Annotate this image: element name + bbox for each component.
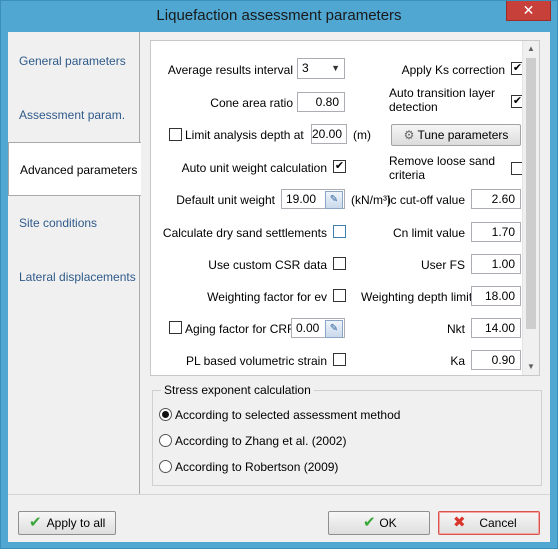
stress-exponent-title: Stress exponent calculation xyxy=(161,383,314,397)
window-title: Liquefaction assessment parameters xyxy=(156,7,402,24)
ka-input[interactable]: 0.90 xyxy=(471,350,521,370)
aging-value: 0.00 xyxy=(296,321,320,335)
cn-limit-input[interactable]: 1.70 xyxy=(471,222,521,242)
tune-parameters-button[interactable]: ⚙ Tune parameters xyxy=(391,124,521,146)
dry-sand-checkbox[interactable] xyxy=(333,225,346,238)
parameters-scroll-area: Average results interval 3 ▼ Apply Ks co… xyxy=(150,40,540,376)
limit-depth-label: Limit analysis depth at xyxy=(185,128,304,142)
vertical-scrollbar[interactable]: ▲ ▼ xyxy=(522,41,539,375)
nkt-label: Nkt xyxy=(447,322,465,336)
radio-zhang[interactable] xyxy=(159,434,172,447)
avg-interval-select[interactable]: 3 ▼ xyxy=(297,58,345,79)
limit-depth-checkbox[interactable] xyxy=(169,128,182,141)
edit-icon[interactable]: ✎ xyxy=(325,191,343,209)
weighting-depth-label: Weighting depth limit xyxy=(361,290,473,304)
auto-unit-weight-label: Auto unit weight calculation xyxy=(181,161,327,175)
radio-selected-method-label[interactable]: According to selected assessment method xyxy=(175,408,400,422)
auto-unit-weight-checkbox[interactable]: ✔ xyxy=(333,160,346,173)
custom-csr-checkbox[interactable] xyxy=(333,257,346,270)
cn-limit-label: Cn limit value xyxy=(392,226,465,240)
aging-input[interactable]: 0.00 ✎ xyxy=(291,318,345,338)
pl-strain-checkbox[interactable] xyxy=(333,353,346,366)
stress-exponent-group: Stress exponent calculation According to… xyxy=(152,383,542,486)
ic-cutoff-label: Ic cut-off value xyxy=(387,193,465,207)
button-bar: ✔ Apply to all ✔ OK ✖ Cancel xyxy=(8,494,550,542)
default-unit-weight-label: Default unit weight xyxy=(176,193,275,207)
apply-to-all-button[interactable]: ✔ Apply to all xyxy=(18,511,116,535)
weighting-ev-checkbox[interactable] xyxy=(333,289,346,302)
scrollbar-thumb[interactable] xyxy=(526,58,536,329)
user-fs-input[interactable]: 1.00 xyxy=(471,254,521,274)
cancel-label: Cancel xyxy=(479,516,517,530)
tab-list: General parameters Assessment param. Adv… xyxy=(8,32,141,494)
weighting-depth-input[interactable]: 18.00 xyxy=(471,286,521,306)
user-fs-label: User FS xyxy=(420,258,465,272)
apply-ks-label: Apply Ks correction xyxy=(401,63,505,77)
radio-dot xyxy=(162,411,169,418)
aging-checkbox[interactable] xyxy=(169,321,182,334)
nkt-input[interactable]: 14.00 xyxy=(471,318,521,338)
unit-weight-unit: (kN/m³) xyxy=(351,193,391,207)
avg-interval-label: Average results interval xyxy=(167,63,293,77)
avg-interval-value: 3 xyxy=(302,61,309,75)
tune-parameters-label: Tune parameters xyxy=(417,128,509,142)
cone-area-input[interactable]: 0.80 xyxy=(297,92,345,112)
ka-label: Ka xyxy=(450,354,465,368)
auto-transition-label-2: detection xyxy=(389,100,438,114)
close-button[interactable]: ✕ xyxy=(506,1,551,21)
remove-loose-label-2: criteria xyxy=(389,168,426,182)
limit-depth-unit: (m) xyxy=(353,128,371,142)
tab-assessment-param[interactable]: Assessment param. xyxy=(8,88,140,142)
radio-zhang-label[interactable]: According to Zhang et al. (2002) xyxy=(175,434,346,448)
ok-button[interactable]: ✔ OK xyxy=(328,511,430,535)
weighting-ev-label: Weighting factor for ev xyxy=(207,290,327,304)
dry-sand-label: Calculate dry sand settlements xyxy=(162,226,327,240)
gear-icon: ⚙ xyxy=(403,128,415,142)
limit-depth-input[interactable]: 20.00 xyxy=(311,124,347,144)
scroll-down-icon[interactable]: ▼ xyxy=(523,359,539,375)
cone-area-label: Cone area ratio xyxy=(210,96,293,110)
auto-transition-label: Auto transition layer xyxy=(389,86,496,100)
apply-to-all-label: Apply to all xyxy=(46,516,106,530)
ok-label: OK xyxy=(379,516,397,530)
tab-advanced-parameters[interactable]: Advanced parameters xyxy=(8,142,141,196)
radio-robertson-label[interactable]: According to Robertson (2009) xyxy=(175,460,338,474)
edit-icon[interactable]: ✎ xyxy=(325,320,343,338)
remove-loose-label: Remove loose sand xyxy=(389,154,496,168)
tab-general-parameters[interactable]: General parameters xyxy=(8,34,140,88)
tab-lateral-displacements[interactable]: Lateral displacements xyxy=(8,250,140,304)
aging-label: Aging factor for CRR xyxy=(185,322,296,336)
dialog-client: General parameters Assessment param. Adv… xyxy=(8,32,550,542)
ic-cutoff-input[interactable]: 2.60 xyxy=(471,189,521,209)
pl-strain-label: PL based volumetric strain xyxy=(186,354,327,368)
default-unit-weight-value: 19.00 xyxy=(286,192,317,206)
default-unit-weight-input[interactable]: 19.00 ✎ xyxy=(281,189,345,209)
cancel-button[interactable]: ✖ Cancel xyxy=(438,511,540,535)
dialog-window: Liquefaction assessment parameters ✕ Gen… xyxy=(0,0,558,549)
radio-selected-method[interactable] xyxy=(159,408,172,421)
advanced-parameters-panel: Average results interval 3 ▼ Apply Ks co… xyxy=(140,32,550,494)
scroll-up-icon[interactable]: ▲ xyxy=(523,41,539,57)
radio-robertson[interactable] xyxy=(159,460,172,473)
chevron-down-icon: ▼ xyxy=(331,63,340,73)
custom-csr-label: Use custom CSR data xyxy=(208,258,327,272)
tab-site-conditions[interactable]: Site conditions xyxy=(8,196,140,250)
